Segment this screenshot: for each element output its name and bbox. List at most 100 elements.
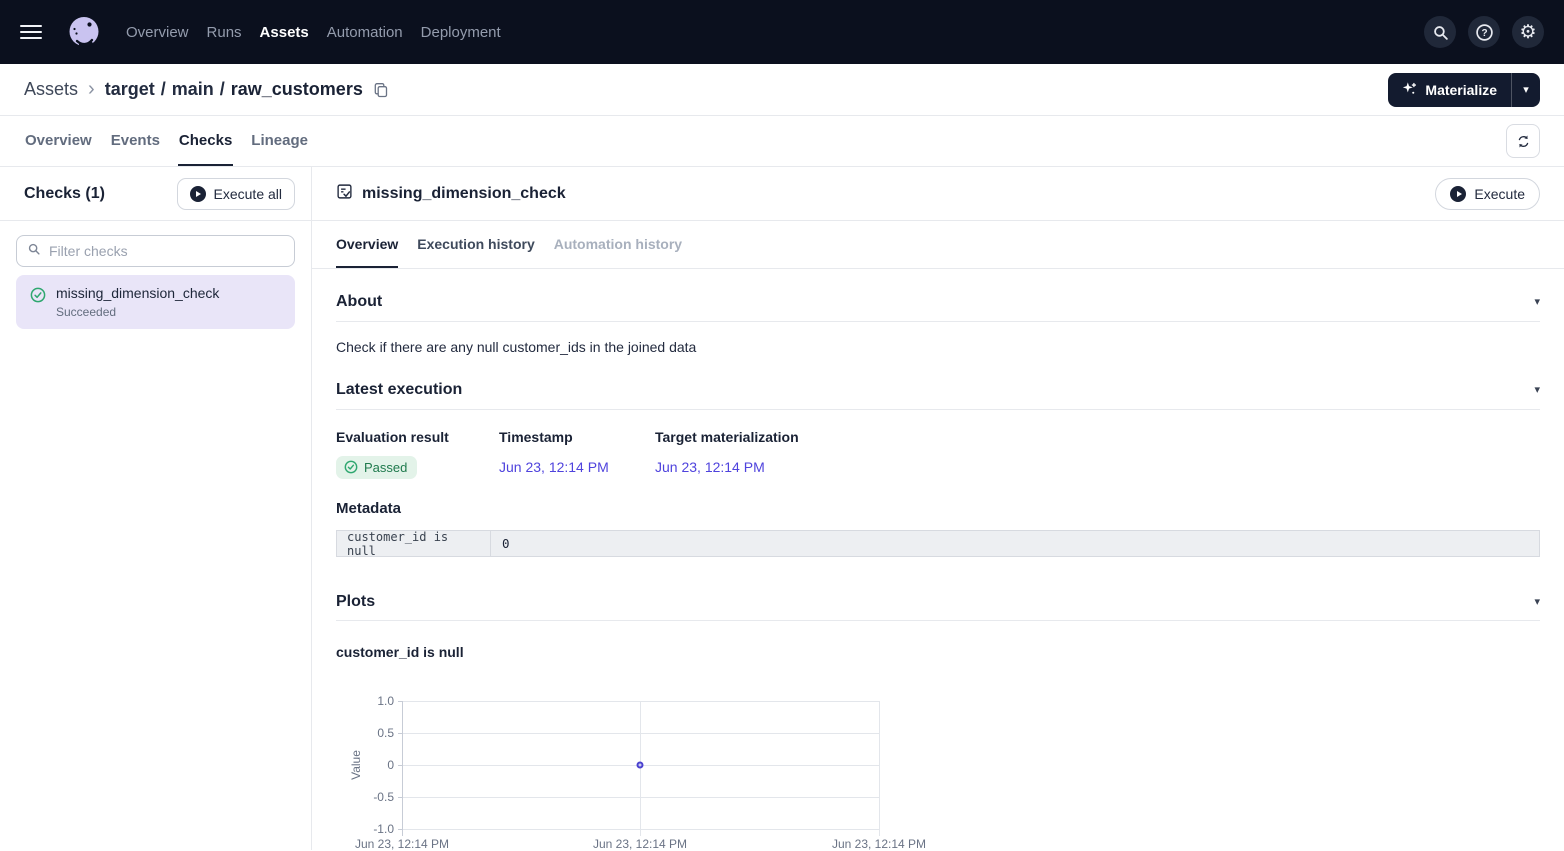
y-tick: 0.5 bbox=[356, 726, 394, 740]
execution-column-headers: Evaluation result Timestamp Target mater… bbox=[336, 429, 1540, 446]
execute-all-button[interactable]: Execute all bbox=[177, 178, 295, 210]
checks-count-title: Checks (1) bbox=[24, 185, 105, 203]
check-detail-tabs: Overview Execution history Automation hi… bbox=[312, 221, 1564, 269]
tab-automation-history: Automation history bbox=[554, 221, 682, 268]
tab-execution-history[interactable]: Execution history bbox=[417, 221, 534, 268]
check-detail-body: About ▾ Check if there are any null cust… bbox=[312, 269, 1564, 850]
tab-check-overview[interactable]: Overview bbox=[336, 221, 398, 268]
y-tick: 0 bbox=[356, 758, 394, 772]
section-divider bbox=[336, 620, 1540, 621]
section-divider bbox=[336, 321, 1540, 322]
primary-nav: Overview Runs Assets Automation Deployme… bbox=[126, 18, 501, 47]
metadata-key: customer_id is null bbox=[337, 531, 491, 556]
refresh-button[interactable] bbox=[1506, 124, 1540, 158]
check-success-icon bbox=[344, 460, 358, 474]
section-divider bbox=[336, 409, 1540, 410]
x-tick: Jun 23, 12:14 PM bbox=[593, 837, 687, 850]
execute-button[interactable]: Execute bbox=[1435, 178, 1540, 210]
search-icon[interactable] bbox=[1424, 16, 1456, 48]
target-materialization-link[interactable]: Jun 23, 12:14 PM bbox=[655, 459, 1540, 475]
latest-execution-section-header: Latest execution ▾ bbox=[336, 380, 1540, 400]
passed-label: Passed bbox=[364, 460, 407, 475]
col-target-materialization: Target materialization bbox=[655, 429, 1540, 446]
svg-text:?: ? bbox=[1481, 28, 1487, 39]
materialize-dropdown-caret[interactable]: ▾ bbox=[1512, 73, 1540, 107]
asset-tabs: Overview Events Checks Lineage bbox=[0, 116, 1564, 167]
breadcrumb-separator: / bbox=[220, 79, 225, 100]
execution-values-row: Passed Jun 23, 12:14 PM Jun 23, 12:14 PM bbox=[336, 455, 1540, 479]
tab-overview[interactable]: Overview bbox=[24, 116, 93, 166]
plots-section-header: Plots ▾ bbox=[336, 592, 1540, 612]
check-list-item[interactable]: missing_dimension_check Succeeded bbox=[16, 275, 295, 329]
settings-gear-icon[interactable]: ⚙ bbox=[1512, 16, 1544, 48]
tab-lineage[interactable]: Lineage bbox=[250, 116, 309, 166]
sparkle-icon bbox=[1402, 81, 1417, 99]
check-detail-panel: missing_dimension_check Execute Overview… bbox=[312, 167, 1564, 850]
check-title: missing_dimension_check bbox=[362, 185, 566, 203]
chevron-right-icon: › bbox=[88, 78, 95, 101]
nav-item-assets[interactable]: Assets bbox=[260, 18, 309, 47]
nav-item-runs[interactable]: Runs bbox=[207, 18, 242, 47]
check-detail-header: missing_dimension_check Execute bbox=[312, 167, 1564, 221]
sidebar-header: Checks (1) Execute all bbox=[0, 167, 311, 221]
value-scatter-chart: Value 1.0 0.5 0 -0.5 -1.0 bbox=[336, 693, 1540, 849]
y-tick: -0.5 bbox=[356, 790, 394, 804]
breadcrumb-assets-link[interactable]: Assets bbox=[24, 79, 78, 100]
metadata-table: customer_id is null 0 bbox=[336, 530, 1540, 557]
plots-heading: Plots bbox=[336, 592, 375, 612]
x-tick: Jun 23, 12:14 PM bbox=[355, 837, 449, 850]
filter-checks-input[interactable] bbox=[49, 243, 284, 259]
x-tick: Jun 23, 12:14 PM bbox=[832, 837, 926, 850]
copy-icon[interactable] bbox=[373, 82, 389, 98]
nav-item-deployment[interactable]: Deployment bbox=[421, 18, 501, 47]
dagster-logo-icon[interactable] bbox=[64, 12, 104, 52]
breadcrumb-asset-name: raw_customers bbox=[231, 79, 363, 100]
col-timestamp: Timestamp bbox=[499, 429, 655, 446]
y-tick: 1.0 bbox=[356, 694, 394, 708]
materialize-split-button: Materialize ▾ bbox=[1388, 73, 1540, 107]
check-description: Check if there are any null customer_ids… bbox=[336, 339, 1540, 356]
check-item-text: missing_dimension_check Succeeded bbox=[56, 285, 219, 319]
plot-area bbox=[402, 701, 880, 829]
metadata-value: 0 bbox=[491, 531, 1539, 556]
nav-item-automation[interactable]: Automation bbox=[327, 18, 403, 47]
play-icon bbox=[1450, 186, 1466, 202]
collapse-caret-icon[interactable]: ▾ bbox=[1534, 297, 1540, 308]
nav-icon-group: ? ⚙ bbox=[1424, 16, 1544, 48]
top-navbar: Overview Runs Assets Automation Deployme… bbox=[0, 0, 1564, 64]
materialize-label: Materialize bbox=[1425, 82, 1497, 98]
asset-check-icon bbox=[336, 183, 353, 205]
tab-checks[interactable]: Checks bbox=[178, 116, 233, 166]
y-axis-line bbox=[402, 701, 403, 836]
execute-all-label: Execute all bbox=[214, 186, 282, 202]
content-area: Checks (1) Execute all missing bbox=[0, 167, 1564, 850]
materialize-button[interactable]: Materialize bbox=[1388, 73, 1511, 107]
search-icon bbox=[27, 242, 41, 261]
plot-title: customer_id is null bbox=[336, 644, 1540, 661]
check-success-icon bbox=[30, 287, 46, 319]
breadcrumb-row: Assets › target / main / raw_customers M… bbox=[0, 64, 1564, 116]
data-point bbox=[637, 762, 644, 769]
play-icon bbox=[190, 186, 206, 202]
breadcrumb-separator: / bbox=[161, 79, 166, 100]
metadata-heading: Metadata bbox=[336, 500, 1540, 518]
execute-label: Execute bbox=[1474, 186, 1525, 202]
latest-execution-heading: Latest execution bbox=[336, 380, 462, 400]
hamburger-menu-icon[interactable] bbox=[20, 25, 42, 39]
check-item-name: missing_dimension_check bbox=[56, 285, 219, 301]
breadcrumb-segment-main[interactable]: main bbox=[172, 79, 214, 100]
check-item-status: Succeeded bbox=[56, 305, 219, 319]
collapse-caret-icon[interactable]: ▾ bbox=[1534, 597, 1540, 608]
collapse-caret-icon[interactable]: ▾ bbox=[1534, 385, 1540, 396]
col-evaluation-result: Evaluation result bbox=[336, 429, 499, 446]
help-icon[interactable]: ? bbox=[1468, 16, 1500, 48]
y-tick: -1.0 bbox=[356, 822, 394, 836]
timestamp-link[interactable]: Jun 23, 12:14 PM bbox=[499, 459, 655, 475]
nav-item-overview[interactable]: Overview bbox=[126, 18, 189, 47]
tab-events[interactable]: Events bbox=[110, 116, 161, 166]
about-section-header: About ▾ bbox=[336, 292, 1540, 312]
about-heading: About bbox=[336, 292, 382, 312]
checks-sidebar: Checks (1) Execute all missing bbox=[0, 167, 312, 850]
filter-checks-box bbox=[16, 235, 295, 267]
breadcrumb-segment-target[interactable]: target bbox=[105, 79, 155, 100]
